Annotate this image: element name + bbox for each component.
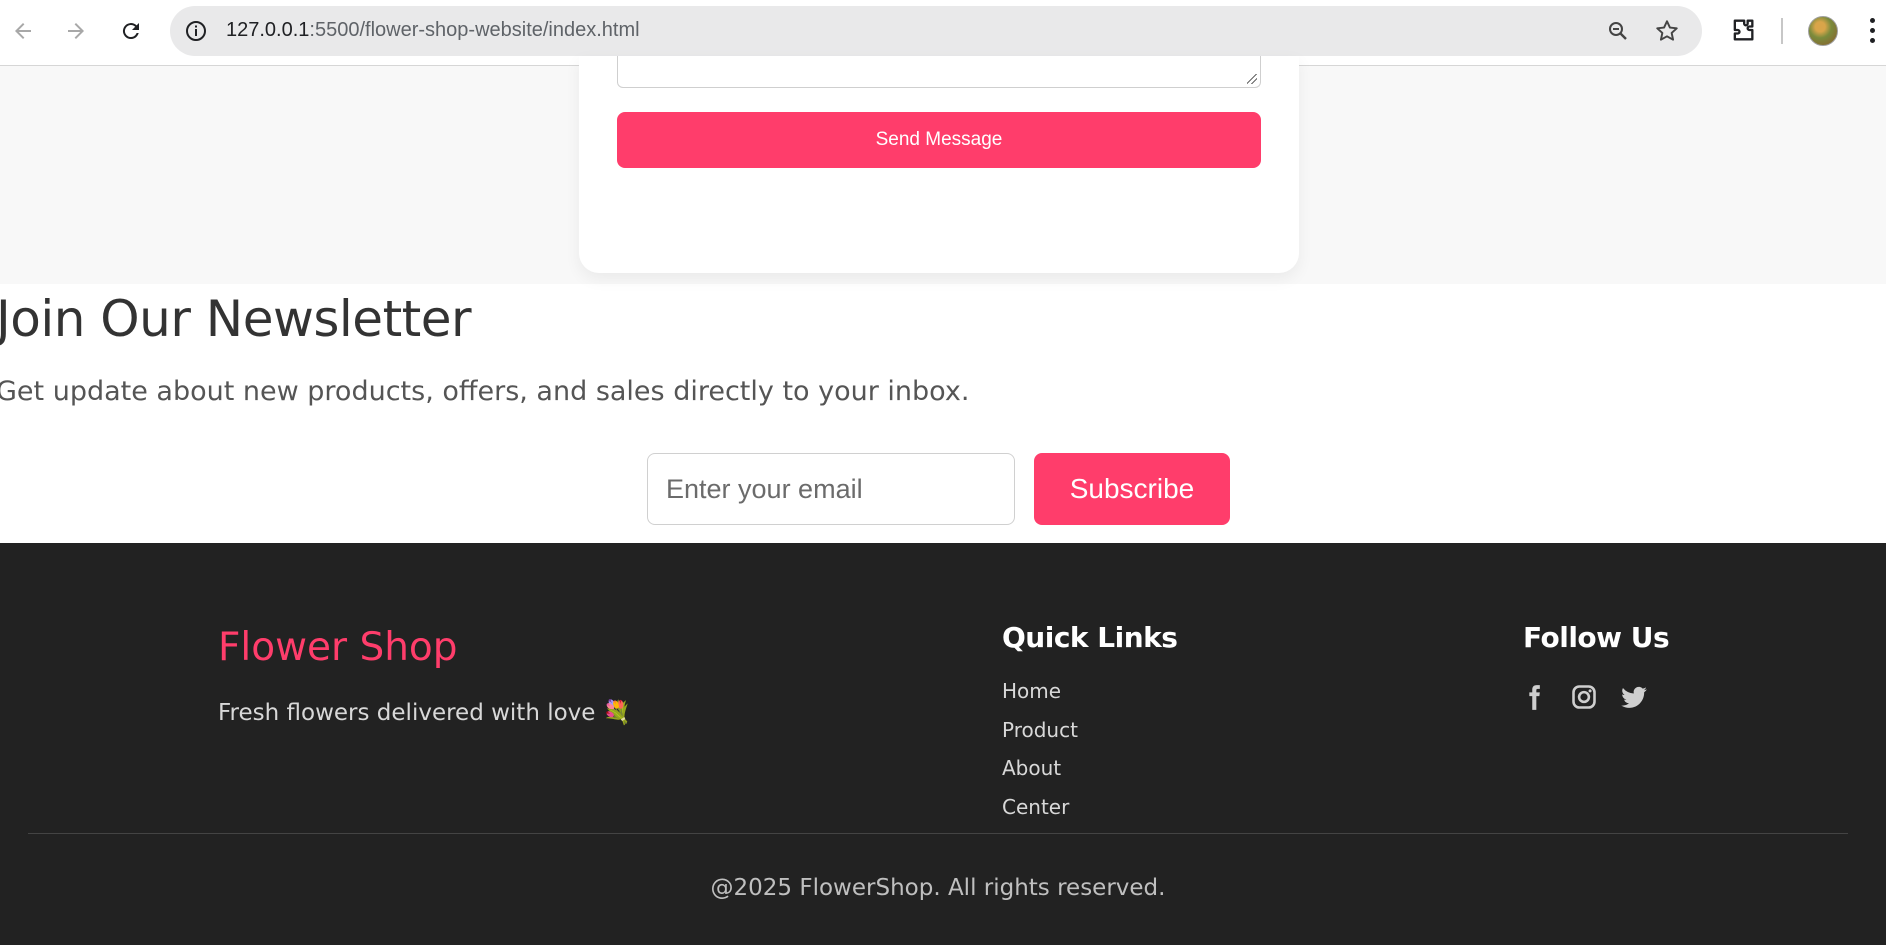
copyright-text: @2025 FlowerShop. All rights reserved. — [710, 875, 1166, 901]
toolbar-separator — [1781, 18, 1783, 44]
subscribe-button[interactable]: Subscribe — [1034, 453, 1230, 525]
footer-link-product[interactable]: Product — [1002, 718, 1078, 757]
newsletter-email-input[interactable] — [647, 453, 1015, 525]
back-arrow-icon — [15, 23, 31, 39]
resize-handle-icon[interactable] — [1247, 74, 1257, 84]
site-info-icon[interactable] — [184, 19, 208, 43]
profile-avatar[interactable] — [1808, 16, 1838, 46]
footer-link-center[interactable]: Center — [1002, 795, 1078, 834]
url-host: 127.0.0.1 — [226, 19, 310, 41]
zoom-icon[interactable] — [1606, 19, 1630, 43]
send-message-button[interactable]: Send Message — [617, 112, 1261, 168]
forward-arrow-icon — [68, 23, 84, 39]
quick-links-title: Quick Links — [1002, 621, 1178, 654]
contact-section: Send Message — [0, 56, 1886, 284]
newsletter-description: Get update about new products, offers, a… — [0, 376, 970, 407]
reload-icon — [122, 23, 139, 40]
footer-link-home[interactable]: Home — [1002, 679, 1078, 718]
footer-link-about[interactable]: About — [1002, 756, 1078, 795]
newsletter-title: Join Our Newsletter — [0, 290, 472, 348]
contact-form-card: Send Message — [579, 56, 1299, 273]
back-button[interactable] — [6, 14, 40, 48]
follow-us-title: Follow Us — [1523, 621, 1670, 654]
quick-links-list: Home Product About Center — [1002, 679, 1078, 833]
reload-button[interactable] — [114, 14, 148, 48]
twitter-icon[interactable] — [1620, 683, 1648, 711]
url-text[interactable]: 127.0.0.1:5500/flower-shop-website/index… — [226, 19, 640, 42]
bookmark-star-icon[interactable] — [1654, 18, 1680, 44]
browser-menu-icon[interactable] — [1870, 18, 1878, 44]
facebook-icon[interactable] — [1520, 683, 1548, 711]
instagram-icon[interactable] — [1570, 683, 1598, 711]
extensions-puzzle-icon[interactable] — [1729, 16, 1757, 44]
message-textarea[interactable] — [617, 56, 1261, 88]
address-bar[interactable]: 127.0.0.1:5500/flower-shop-website/index… — [170, 6, 1702, 56]
social-links — [1520, 683, 1648, 711]
footer-tagline: Fresh flowers delivered with love 💐 — [218, 700, 632, 726]
site-footer: Flower Shop Fresh flowers delivered with… — [0, 543, 1886, 945]
footer-brand: Flower Shop — [218, 625, 458, 670]
footer-divider — [28, 833, 1848, 834]
forward-button[interactable] — [59, 14, 93, 48]
url-path: :5500/flower-shop-website/index.html — [309, 19, 640, 41]
